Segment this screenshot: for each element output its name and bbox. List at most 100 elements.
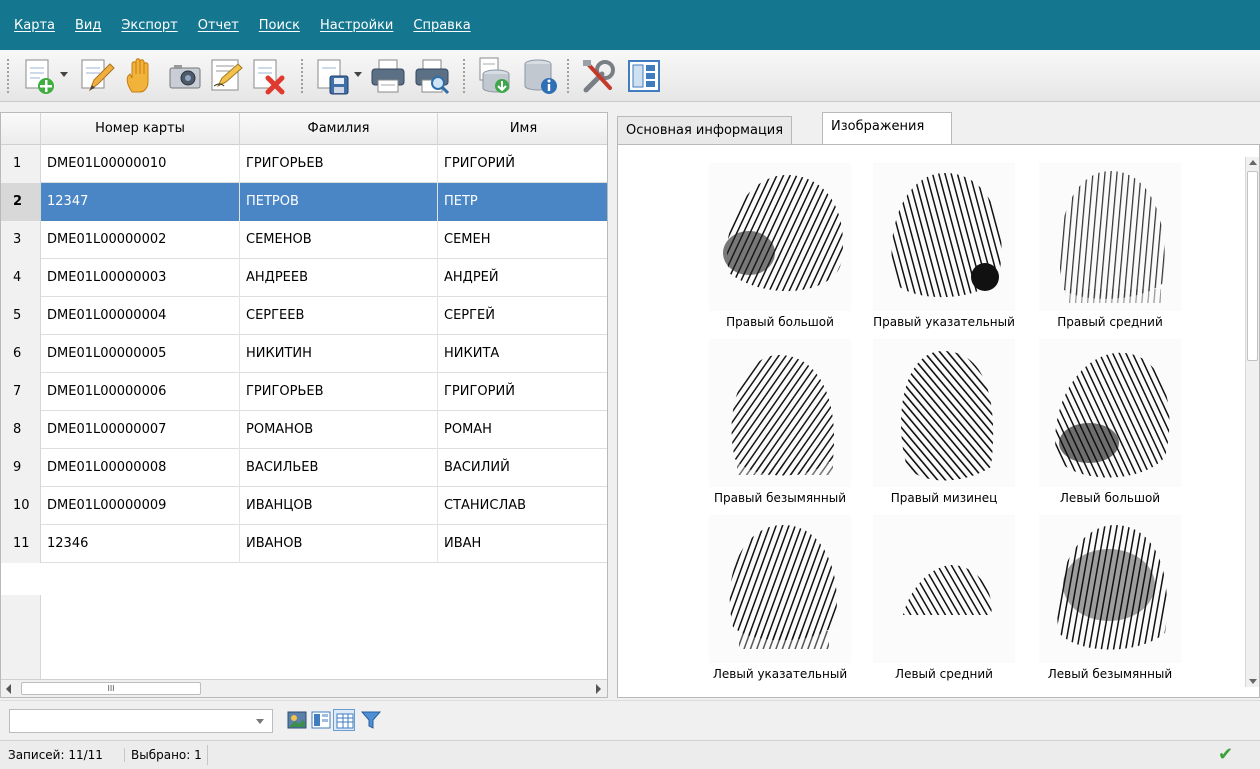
tools-icon[interactable] xyxy=(578,56,618,96)
fingerprint-right-ring[interactable]: Правый безымянный xyxy=(700,339,860,505)
images-panel: Правый большой Правый указательный Правы… xyxy=(617,144,1260,698)
cell-last-name: СЕМЕНОВ xyxy=(240,221,438,259)
toolbar-grip-3[interactable] xyxy=(462,58,466,94)
grid-view-icon[interactable] xyxy=(333,709,355,731)
fingerprint-left-index[interactable]: Левый указательный xyxy=(700,515,860,681)
menu-item-karta[interactable]: Карта xyxy=(14,18,55,33)
fingerprint-image xyxy=(709,339,851,487)
fingerprint-image xyxy=(873,515,1015,663)
menu-item-report[interactable]: Отчет xyxy=(198,18,239,33)
row-number: 11 xyxy=(1,525,41,563)
toolbar-grip[interactable] xyxy=(6,58,10,94)
fingerprint-left-middle[interactable]: Левый средний xyxy=(864,515,1024,681)
scroll-thumb[interactable] xyxy=(1247,171,1258,361)
fingerprint-right-thumb[interactable]: Правый большой xyxy=(700,163,860,329)
new-card-dropdown[interactable] xyxy=(60,70,68,80)
filter-icon[interactable] xyxy=(360,709,382,731)
table-row[interactable]: 10 DME01L00000009 ИВАНЦОВ СТАНИСЛАВ xyxy=(1,487,607,525)
row-number: 4 xyxy=(1,259,41,297)
menu-item-search[interactable]: Поиск xyxy=(259,18,300,33)
menu-item-help[interactable]: Справка xyxy=(413,18,470,33)
fingerprint-label: Правый безымянный xyxy=(713,491,847,505)
fingerprint-image xyxy=(1039,515,1181,663)
database-info-icon[interactable] xyxy=(520,56,560,96)
table-row[interactable]: 11 12346 ИВАНОВ ИВАН xyxy=(1,525,607,563)
split-view-icon[interactable] xyxy=(310,709,332,731)
row-number-header[interactable] xyxy=(1,113,41,145)
tab-main-info[interactable]: Основная информация xyxy=(617,116,793,144)
fingerprint-left-thumb[interactable]: Левый большой xyxy=(1030,339,1190,505)
detail-tabs: Основная информация Изображения xyxy=(617,112,1260,145)
table-row[interactable]: 9 DME01L00000008 ВАСИЛЬЕВ ВАСИЛИЙ xyxy=(1,449,607,487)
layout-icon[interactable] xyxy=(624,56,664,96)
new-card-icon[interactable] xyxy=(18,56,58,96)
cell-last-name: ИВАНОВ xyxy=(240,525,438,563)
hand-icon[interactable] xyxy=(120,56,160,96)
table-row[interactable]: 6 DME01L00000005 НИКИТИН НИКИТА xyxy=(1,335,607,373)
fingerprint-image xyxy=(873,163,1015,311)
toolbar-grip-2[interactable] xyxy=(300,58,304,94)
column-header-card-number[interactable]: Номер карты xyxy=(41,113,240,145)
fingerprint-right-index[interactable]: Правый указательный xyxy=(864,163,1024,329)
save-dropdown[interactable] xyxy=(354,70,362,80)
bottom-bar xyxy=(0,700,1260,740)
cell-last-name: ГРИГОРЬЕВ xyxy=(240,373,438,411)
row-number: 10 xyxy=(1,487,41,525)
row-number: 2 xyxy=(1,183,41,221)
sign-document-icon[interactable] xyxy=(206,56,246,96)
fingerprint-label: Правый мизинец xyxy=(890,491,998,505)
fingerprint-label: Левый большой xyxy=(1059,491,1161,505)
scroll-right-icon[interactable] xyxy=(596,684,601,694)
table-row[interactable]: 7 DME01L00000006 ГРИГОРЬЕВ ГРИГОРИЙ xyxy=(1,373,607,411)
horizontal-scrollbar[interactable]: III xyxy=(1,679,607,697)
fingerprint-image xyxy=(709,163,851,311)
table-row[interactable]: 3 DME01L00000002 СЕМЕНОВ СЕМЕН xyxy=(1,221,607,259)
cell-first-name: РОМАН xyxy=(438,411,607,449)
cell-card-number: DME01L00000006 xyxy=(41,373,240,411)
scroll-thumb[interactable]: III xyxy=(21,682,201,695)
fingerprint-image xyxy=(709,515,851,663)
edit-card-icon[interactable] xyxy=(76,56,116,96)
camera-icon[interactable] xyxy=(164,56,204,96)
table-row[interactable]: 1 DME01L00000010 ГРИГОРЬЕВ ГРИГОРИЙ xyxy=(1,145,607,183)
toolbar-grip-4[interactable] xyxy=(566,58,570,94)
vertical-scrollbar[interactable] xyxy=(1245,157,1259,687)
database-import-icon[interactable] xyxy=(474,56,514,96)
column-header-first-name[interactable]: Имя xyxy=(438,113,607,145)
cell-card-number: DME01L00000003 xyxy=(41,259,240,297)
cell-first-name: ПЕТР xyxy=(438,183,607,221)
table-row-selected[interactable]: 2 12347 ПЕТРОВ ПЕТР xyxy=(1,183,607,221)
selected-count: Выбрано: 1 xyxy=(124,748,202,762)
cell-first-name: СЕРГЕЙ xyxy=(438,297,607,335)
view-combobox[interactable] xyxy=(9,709,273,733)
column-header-last-name[interactable]: Фамилия xyxy=(240,113,438,145)
chevron-down-icon[interactable] xyxy=(256,719,264,724)
print-icon[interactable] xyxy=(368,56,408,96)
print-preview-icon[interactable] xyxy=(412,56,452,96)
menu-item-vid[interactable]: Вид xyxy=(75,18,101,33)
photo-view-icon[interactable] xyxy=(286,709,308,731)
fingerprint-label: Левый средний xyxy=(895,667,993,681)
table-row[interactable]: 4 DME01L00000003 АНДРЕЕВ АНДРЕЙ xyxy=(1,259,607,297)
cell-last-name: ВАСИЛЬЕВ xyxy=(240,449,438,487)
scroll-up-icon[interactable] xyxy=(1249,160,1257,165)
status-divider xyxy=(207,745,208,765)
fingerprint-left-ring[interactable]: Левый безымянный xyxy=(1030,515,1190,681)
save-icon[interactable] xyxy=(312,56,352,96)
scroll-down-icon[interactable] xyxy=(1249,679,1257,684)
menu-item-export[interactable]: Экспорт xyxy=(121,18,177,33)
table-row[interactable]: 8 DME01L00000007 РОМАНОВ РОМАН xyxy=(1,411,607,449)
cell-card-number: 12346 xyxy=(41,525,240,563)
fingerprint-right-little[interactable]: Правый мизинец xyxy=(864,339,1024,505)
tab-images[interactable]: Изображения xyxy=(822,112,952,145)
cell-last-name: АНДРЕЕВ xyxy=(240,259,438,297)
fingerprint-right-middle[interactable]: Правый средний xyxy=(1030,163,1190,329)
cell-first-name: ГРИГОРИЙ xyxy=(438,373,607,411)
row-number: 1 xyxy=(1,145,41,183)
delete-card-icon[interactable] xyxy=(248,56,288,96)
scroll-left-icon[interactable] xyxy=(6,684,11,694)
cell-card-number: DME01L00000005 xyxy=(41,335,240,373)
table-row[interactable]: 5 DME01L00000004 СЕРГЕЕВ СЕРГЕЙ xyxy=(1,297,607,335)
menu-item-settings[interactable]: Настройки xyxy=(320,18,393,33)
cell-last-name: ПЕТРОВ xyxy=(240,183,438,221)
